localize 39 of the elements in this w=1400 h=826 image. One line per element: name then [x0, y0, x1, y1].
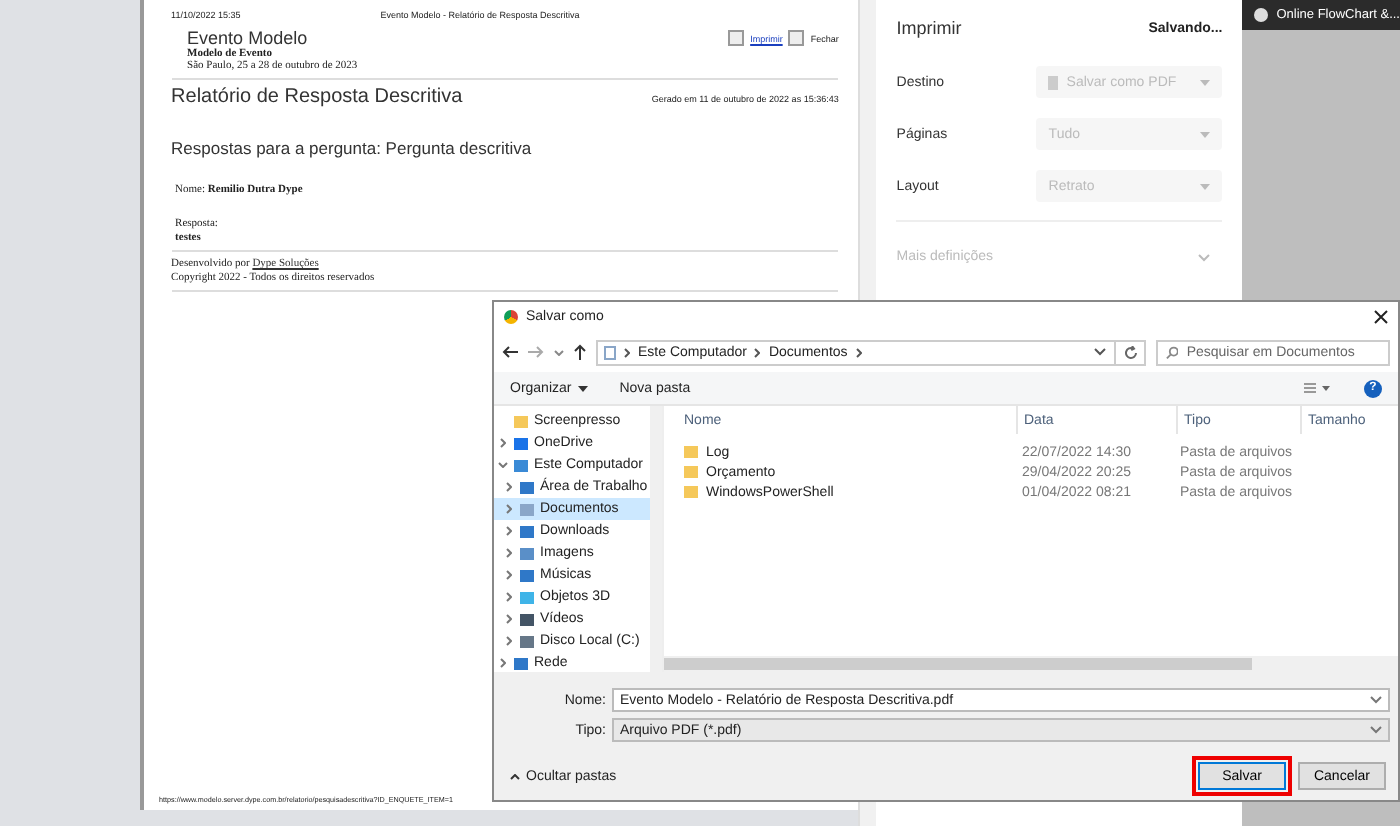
- chevron-down-icon[interactable]: [1370, 696, 1382, 704]
- caret-icon: [1200, 79, 1211, 85]
- chevron-right-icon[interactable]: [506, 614, 512, 624]
- forward-arrow-icon[interactable]: [528, 346, 544, 358]
- chevron-down-icon: [1198, 253, 1211, 261]
- view-options-icon[interactable]: [1304, 382, 1332, 394]
- report-title: Relatório de Resposta Descritiva: [171, 86, 463, 108]
- caret-icon: [1200, 131, 1211, 137]
- folder-icon: [514, 415, 528, 427]
- up-arrow-icon[interactable]: [574, 344, 586, 360]
- scrollbar[interactable]: [650, 406, 662, 672]
- question-heading: Respostas para a pergunta: Pergunta descritiva: [171, 138, 534, 158]
- caret-icon: [1200, 183, 1211, 189]
- chevron-right-icon[interactable]: [500, 658, 506, 668]
- file-icon: [1048, 75, 1059, 89]
- print-title: Imprimir: [896, 18, 962, 38]
- chevron-down-icon[interactable]: [1094, 348, 1106, 356]
- chevron-right-icon[interactable]: [506, 548, 512, 558]
- chevron-right-icon: [624, 347, 630, 357]
- chevron-right-icon[interactable]: [506, 526, 512, 536]
- chevron-up-icon: [510, 773, 520, 779]
- scrollbar[interactable]: [664, 656, 1398, 672]
- chevron-down-icon[interactable]: [1370, 726, 1382, 734]
- chevron-right-icon[interactable]: [855, 347, 862, 357]
- refresh-icon[interactable]: [1124, 345, 1138, 359]
- chevron-right-icon[interactable]: [500, 438, 506, 448]
- browser-logo-icon: [504, 310, 518, 324]
- event-name: Evento Modelo: [187, 28, 310, 48]
- chevron-right-icon[interactable]: [506, 504, 512, 514]
- chevron-right-icon[interactable]: [506, 570, 512, 580]
- caret-icon[interactable]: [554, 349, 564, 355]
- caret-icon: [577, 385, 588, 391]
- chevron-down-icon[interactable]: [498, 462, 508, 468]
- chevron-right-icon[interactable]: [506, 482, 512, 492]
- search-icon: [1166, 345, 1179, 359]
- chevron-right-icon: [754, 347, 761, 357]
- back-arrow-icon[interactable]: [502, 346, 518, 358]
- chevron-right-icon[interactable]: [506, 592, 512, 602]
- chevron-right-icon[interactable]: [506, 636, 512, 646]
